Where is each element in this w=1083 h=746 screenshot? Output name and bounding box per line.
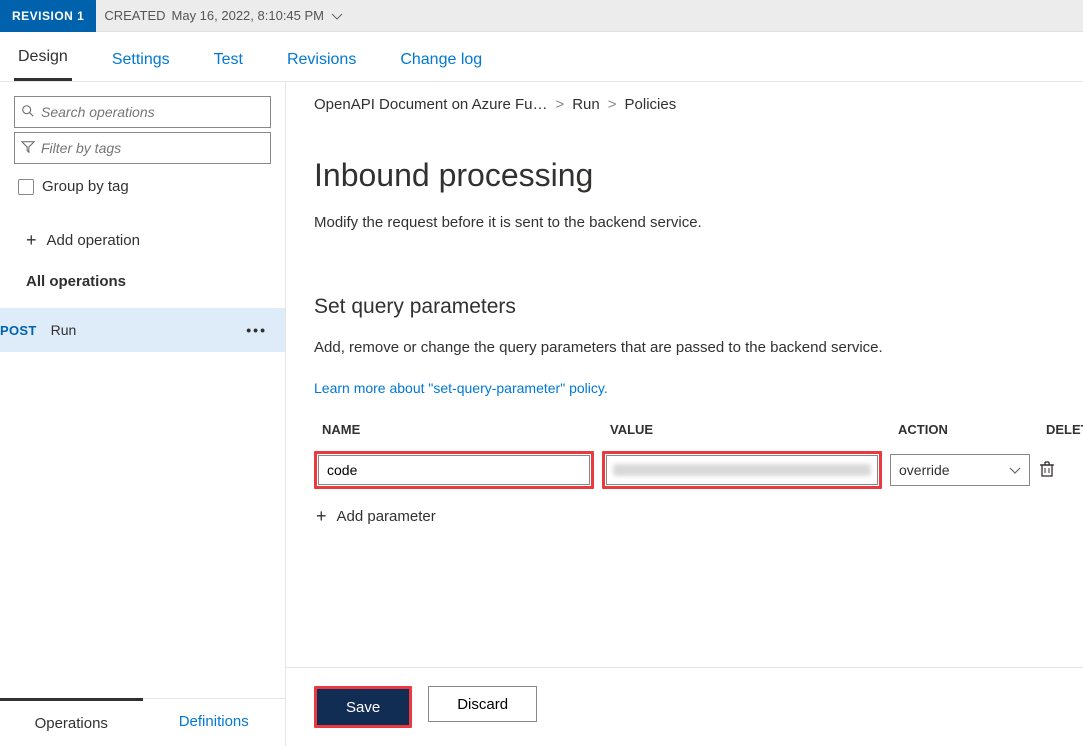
- plus-icon: +: [26, 231, 37, 249]
- param-action-value: override: [899, 462, 950, 478]
- param-action-select[interactable]: override: [890, 454, 1030, 486]
- table-row: override: [314, 451, 1055, 489]
- add-operation-label: Add operation: [47, 232, 140, 249]
- search-operations-input[interactable]: [41, 104, 264, 120]
- tab-settings[interactable]: Settings: [108, 51, 174, 81]
- group-by-tag-checkbox[interactable]: [18, 179, 34, 195]
- chevron-right-icon: >: [555, 96, 564, 113]
- main-tabs: Design Settings Test Revisions Change lo…: [0, 32, 1083, 82]
- delete-param-button[interactable]: [1038, 460, 1056, 481]
- tab-test[interactable]: Test: [210, 51, 247, 81]
- param-name-input[interactable]: [318, 455, 590, 485]
- col-value: VALUE: [610, 422, 890, 437]
- sidebar-bottom-tabs: Operations Definitions: [0, 698, 285, 746]
- discard-button[interactable]: Discard: [428, 686, 537, 722]
- chevron-down-icon: [330, 11, 344, 21]
- chevron-right-icon: >: [608, 96, 617, 113]
- save-button[interactable]: Save: [317, 689, 409, 725]
- group-by-tag-label: Group by tag: [42, 178, 129, 195]
- filter-tags-field[interactable]: [14, 132, 271, 164]
- highlight-box: [314, 451, 594, 489]
- tab-revisions[interactable]: Revisions: [283, 51, 360, 81]
- param-value-input[interactable]: [606, 455, 878, 485]
- revision-created-dropdown[interactable]: CREATED May 16, 2022, 8:10:45 PM: [96, 8, 352, 23]
- page-subtitle: Modify the request before it is sent to …: [314, 214, 1055, 231]
- highlight-box: [602, 451, 882, 489]
- operation-more-menu[interactable]: •••: [246, 322, 267, 338]
- page-title: Inbound processing: [314, 157, 1055, 194]
- breadcrumb: OpenAPI Document on Azure Fu… > Run > Po…: [314, 96, 1055, 113]
- add-parameter-label: Add parameter: [337, 508, 436, 525]
- col-delete: DELETE: [1046, 422, 1083, 437]
- all-operations-heading[interactable]: All operations: [26, 273, 285, 308]
- main-area: Group by tag + Add operation All operati…: [0, 82, 1083, 746]
- operation-name-label: Run: [51, 322, 77, 338]
- sidebar-tab-definitions[interactable]: Definitions: [143, 699, 286, 746]
- tab-design[interactable]: Design: [14, 48, 72, 81]
- filter-tags-input[interactable]: [41, 140, 264, 156]
- operation-item-run[interactable]: POST Run •••: [0, 308, 285, 352]
- footer-actions: Save Discard: [286, 667, 1083, 746]
- sidebar: Group by tag + Add operation All operati…: [0, 82, 286, 746]
- breadcrumb-page: Policies: [625, 96, 677, 113]
- filter-icon: [21, 140, 35, 157]
- learn-more-link[interactable]: Learn more about "set-query-parameter" p…: [314, 380, 608, 396]
- content-panel: OpenAPI Document on Azure Fu… > Run > Po…: [286, 82, 1083, 746]
- sidebar-tab-operations[interactable]: Operations: [0, 698, 143, 746]
- section-description: Add, remove or change the query paramete…: [314, 339, 1055, 356]
- col-name: NAME: [322, 422, 602, 437]
- chevron-down-icon: [1009, 462, 1021, 478]
- trash-icon: [1038, 465, 1056, 481]
- breadcrumb-api[interactable]: OpenAPI Document on Azure Fu…: [314, 96, 547, 113]
- search-icon: [21, 104, 35, 121]
- highlight-box: Save: [314, 686, 412, 728]
- section-heading-query-params: Set query parameters: [314, 295, 1055, 319]
- revision-created-at: May 16, 2022, 8:10:45 PM: [172, 8, 324, 23]
- table-header-row: NAME VALUE ACTION DELETE: [314, 422, 1055, 451]
- revision-badge: REVISION 1: [0, 0, 96, 32]
- add-parameter-button[interactable]: + Add parameter: [314, 489, 1055, 525]
- revision-bar: REVISION 1 CREATED May 16, 2022, 8:10:45…: [0, 0, 1083, 32]
- query-params-table: NAME VALUE ACTION DELETE: [314, 422, 1055, 525]
- plus-icon: +: [316, 507, 327, 525]
- operation-method-badge: POST: [0, 323, 37, 338]
- tab-changelog[interactable]: Change log: [396, 51, 486, 81]
- breadcrumb-operation[interactable]: Run: [572, 96, 600, 113]
- group-by-tag-row[interactable]: Group by tag: [14, 168, 271, 215]
- col-action: ACTION: [898, 422, 1038, 437]
- search-operations-field[interactable]: [14, 96, 271, 128]
- add-operation-button[interactable]: + Add operation: [26, 215, 285, 273]
- revision-created-prefix: CREATED: [104, 8, 165, 23]
